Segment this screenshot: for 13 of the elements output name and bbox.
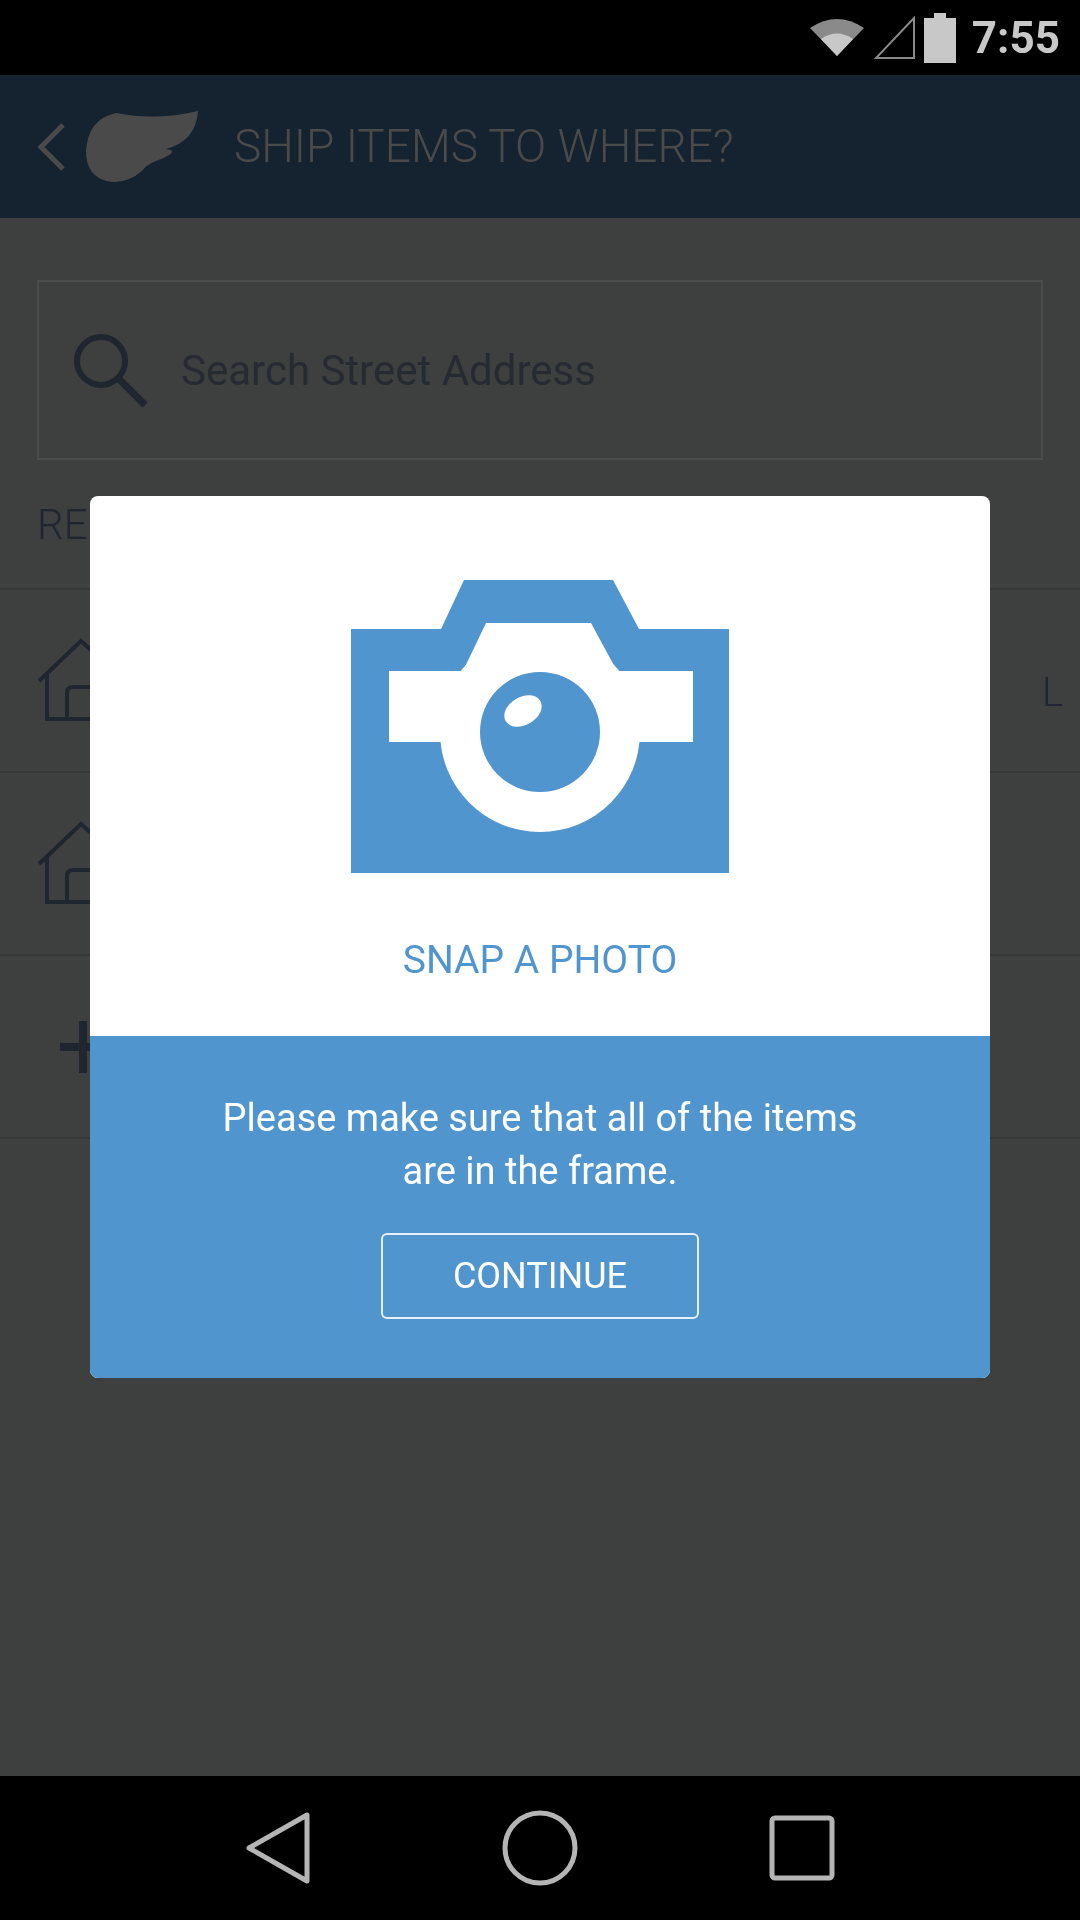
wifi-icon bbox=[807, 17, 866, 58]
camera-icon bbox=[351, 580, 729, 873]
back-triangle-icon[interactable] bbox=[245, 1811, 311, 1885]
battery-icon bbox=[923, 12, 956, 63]
signal-icon bbox=[873, 15, 916, 60]
clock-time: 7:55 bbox=[971, 10, 1060, 66]
dialog-message: Please make sure that all of the items are in the frame. bbox=[221, 1095, 859, 1195]
search-icon bbox=[71, 331, 149, 409]
home-circle-icon[interactable] bbox=[501, 1809, 579, 1887]
wing-logo-icon bbox=[86, 110, 198, 183]
recents-square-icon[interactable] bbox=[769, 1815, 835, 1881]
dialog-title: SNAP A PHOTO bbox=[402, 936, 678, 985]
continue-button[interactable]: CONTINUE bbox=[381, 1233, 699, 1319]
